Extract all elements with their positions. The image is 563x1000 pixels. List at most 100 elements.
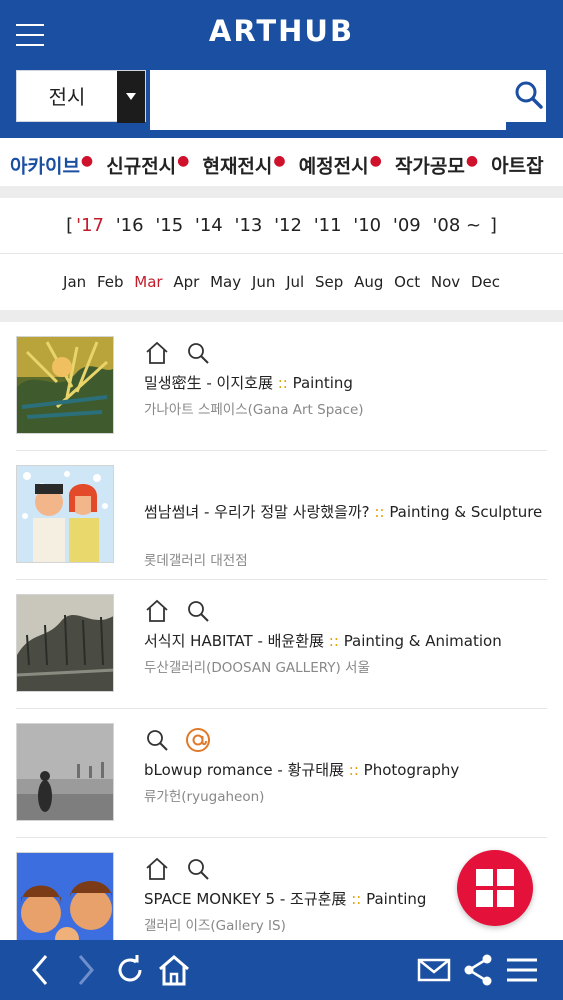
dot-icon: ● [80,153,94,169]
exhibition-thumbnail[interactable] [16,465,114,563]
search-icon[interactable] [185,598,211,624]
list-item[interactable]: 서식지 HABITAT - 배윤환展 :: Painting & Animati… [16,580,547,709]
menu-button[interactable] [504,952,540,988]
tab-current-exhibitions[interactable]: 현재전시● [202,138,285,186]
title-separator: :: [324,632,344,650]
dropdown-arrow-icon[interactable] [117,71,145,123]
tab-archive[interactable]: 아카이브● [10,138,93,186]
year-filter: ['17 '16 '15 '14 '13 '12 '11 '10 '09 '08… [0,198,563,254]
tab-new-exhibitions[interactable]: 신규전시● [106,138,189,186]
year-2012[interactable]: '12 [274,215,302,236]
dot-icon: ● [369,153,382,169]
month-nov[interactable]: Nov [431,273,460,291]
section-divider [0,310,563,322]
search-button[interactable] [506,70,546,122]
month-jun[interactable]: Jun [252,273,275,291]
year-2013[interactable]: '13 [235,215,263,236]
list-item[interactable]: 밀생密生 - 이지호展 :: Painting 가나아트 스페이스(Gana A… [16,322,547,451]
month-oct[interactable]: Oct [394,273,420,291]
refresh-button[interactable] [112,952,148,988]
exhibition-title[interactable]: 서식지 HABITAT - 배윤환展 :: Painting & Animati… [144,630,544,652]
menu-icon [507,958,537,982]
back-button[interactable] [24,952,60,988]
month-filter: Jan Feb Mar Apr May Jun Jul Sep Aug Oct … [0,255,563,311]
refresh-icon [118,955,142,982]
venue-name: 가나아트 스페이스(Gana Art Space) [144,402,364,418]
month-aug[interactable]: Aug [354,273,383,291]
month-dec[interactable]: Dec [471,273,500,291]
dot-icon: ● [177,153,190,169]
exhibition-title[interactable]: 밀생密生 - 이지호展 :: Painting [144,372,544,394]
section-divider [0,186,563,198]
month-apr[interactable]: Apr [173,273,199,291]
at-icon[interactable] [185,727,211,753]
search-icon[interactable] [185,856,211,882]
exhibition-thumbnail[interactable] [16,723,114,821]
app-header: ARTHUB 전시 [0,0,563,138]
grid-icon [476,869,514,907]
category-nav: 아카이브● 신규전시● 현재전시● 예정전시● 작가공모● 아트잡 [0,138,563,186]
genre-text: Painting & Animation [343,632,502,650]
year-2008-earlier[interactable]: '08 ~ [432,215,481,236]
tab-label: 신규전시 [106,155,177,178]
exhibition-thumbnail[interactable] [16,852,114,950]
month-may[interactable]: May [210,273,241,291]
search-icon [515,81,543,109]
genre-text: Painting & Sculpture [389,503,543,521]
month-jul[interactable]: Jul [286,273,304,291]
home-icon [159,955,189,986]
title-text: SPACE MONKEY 5 - 조규훈展 [144,890,347,908]
item-actions [144,598,221,626]
search-icon[interactable] [185,340,211,366]
year-2014[interactable]: '14 [195,215,223,236]
tab-artist-calls[interactable]: 작가공모● [395,138,478,186]
home-icon[interactable] [144,598,170,624]
exhibition-title[interactable]: bLowup romance - 황규태展 :: Photography [144,759,544,781]
tab-upcoming-exhibitions[interactable]: 예정전시● [299,138,382,186]
share-icon [464,954,492,986]
share-button[interactable] [460,952,496,988]
month-jan[interactable]: Jan [63,273,86,291]
home-icon[interactable] [144,856,170,882]
year-2010[interactable]: '10 [353,215,381,236]
genre-text: Painting [292,374,353,392]
year-2011[interactable]: '11 [314,215,342,236]
year-2016[interactable]: '16 [116,215,144,236]
forward-button[interactable] [68,952,104,988]
app-logo: ARTHUB [208,14,355,48]
venue-name: 류가헌(ryugaheon) [144,789,265,805]
exhibition-thumbnail[interactable] [16,594,114,692]
mail-button[interactable] [416,952,452,988]
exhibition-title[interactable]: 썸남썸녀 - 우리가 정말 사랑했을까? :: Painting & Sculp… [144,501,544,523]
search-input[interactable] [150,70,506,130]
month-mar[interactable]: Mar [134,273,162,291]
list-item[interactable]: bLowup romance - 황규태展 :: Photography 류가헌… [16,709,547,838]
category-dropdown[interactable]: 전시 [16,70,146,123]
venue-name: 갤러리 이즈(Gallery IS) [144,918,286,934]
tab-label: 작가공모 [394,155,465,178]
bottom-toolbar [0,940,563,1000]
category-dropdown-value: 전시 [48,85,86,109]
grid-menu-button[interactable] [457,850,533,926]
title-separator: :: [272,374,293,392]
title-text: 서식지 HABITAT - 배윤환展 [144,632,325,650]
home-button[interactable] [156,952,192,988]
item-actions [144,856,221,884]
item-actions [144,340,221,368]
list-item[interactable]: 썸남썸녀 - 우리가 정말 사랑했을까? :: Painting & Sculp… [16,451,547,580]
year-2009[interactable]: '09 [393,215,421,236]
month-sep[interactable]: Sep [315,273,343,291]
mail-icon [417,958,451,982]
forward-icon [78,955,94,985]
search-icon[interactable] [144,727,170,753]
year-bracket-open: [ [66,215,74,236]
title-text: 밀생密生 - 이지호展 [144,374,273,392]
month-feb[interactable]: Feb [97,273,124,291]
dot-icon: ● [465,153,479,169]
year-2015[interactable]: '15 [155,215,183,236]
home-icon[interactable] [144,340,170,366]
tab-art-jobs[interactable]: 아트잡 [491,143,543,186]
exhibition-thumbnail[interactable] [16,336,114,434]
title-separator: :: [346,890,367,908]
year-2017[interactable]: '17 [76,215,104,236]
